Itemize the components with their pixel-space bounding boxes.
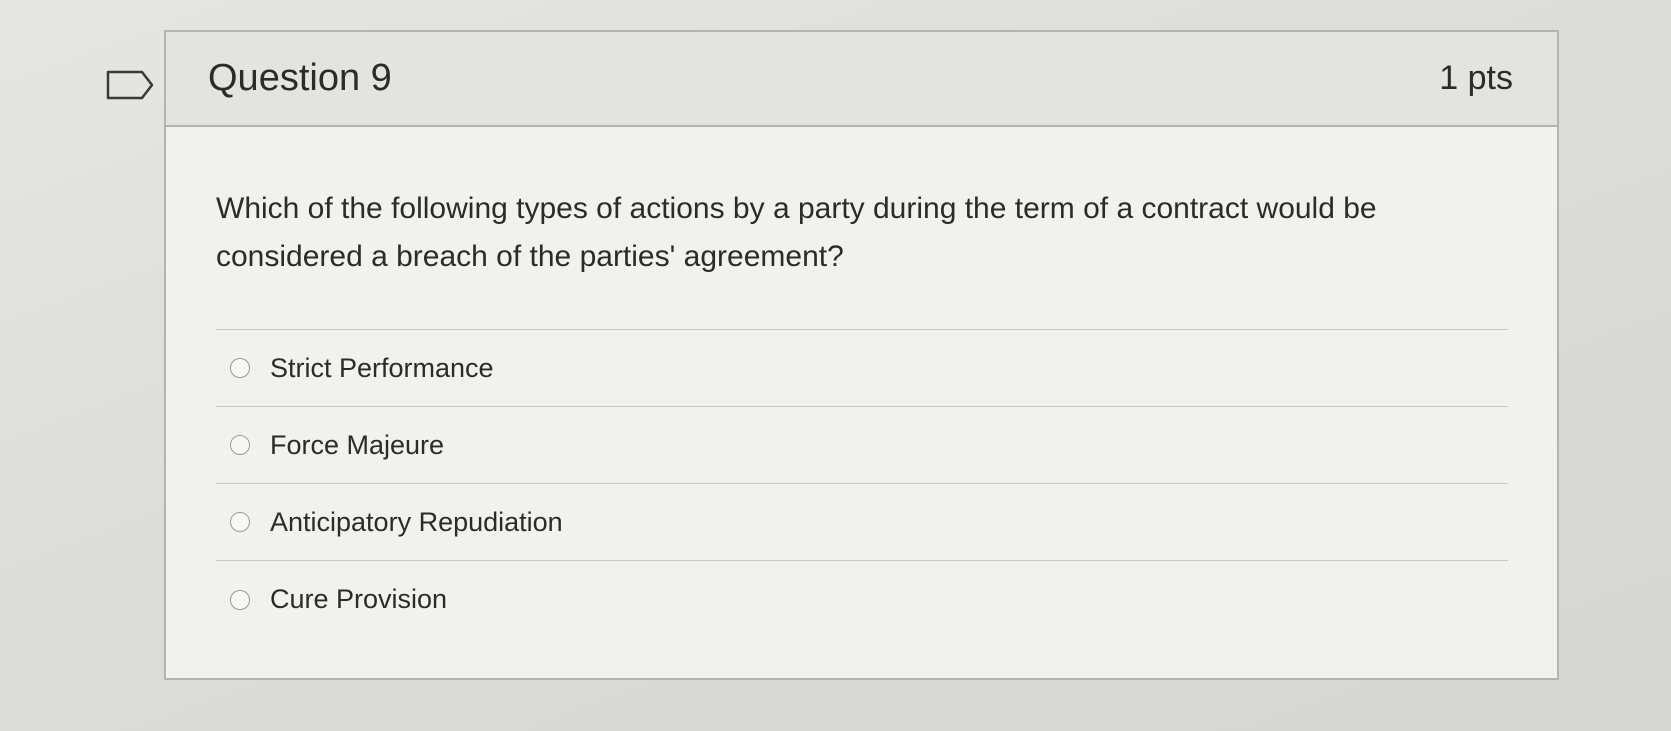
answer-label[interactable]: Anticipatory Repudiation [270,507,563,538]
answer-list: Strict Performance Force Majeure Anticip… [216,329,1508,638]
answer-label[interactable]: Force Majeure [270,430,444,461]
radio-unchecked-icon[interactable] [230,358,250,378]
radio-unchecked-icon[interactable] [230,512,250,532]
question-body: Which of the following types of actions … [166,127,1557,638]
question-card: Question 9 1 pts Which of the following … [164,30,1559,680]
answer-label[interactable]: Cure Provision [270,584,447,615]
answer-label[interactable]: Strict Performance [270,353,494,384]
question-text: Which of the following types of actions … [216,192,1377,273]
answer-option-cure-provision[interactable]: Cure Provision [216,561,1508,638]
radio-unchecked-icon[interactable] [230,589,250,610]
question-points: 1 pts [1439,59,1513,97]
radio-unchecked-icon[interactable] [230,435,250,455]
question-header: Question 9 1 pts [166,32,1557,127]
answer-option-anticipatory-repudiation[interactable]: Anticipatory Repudiation [216,484,1508,561]
answer-option-strict-performance[interactable]: Strict Performance [216,330,1508,407]
flag-question-icon[interactable] [106,70,156,100]
question-title: Question 9 [208,57,392,99]
answer-option-force-majeure[interactable]: Force Majeure [216,407,1508,484]
